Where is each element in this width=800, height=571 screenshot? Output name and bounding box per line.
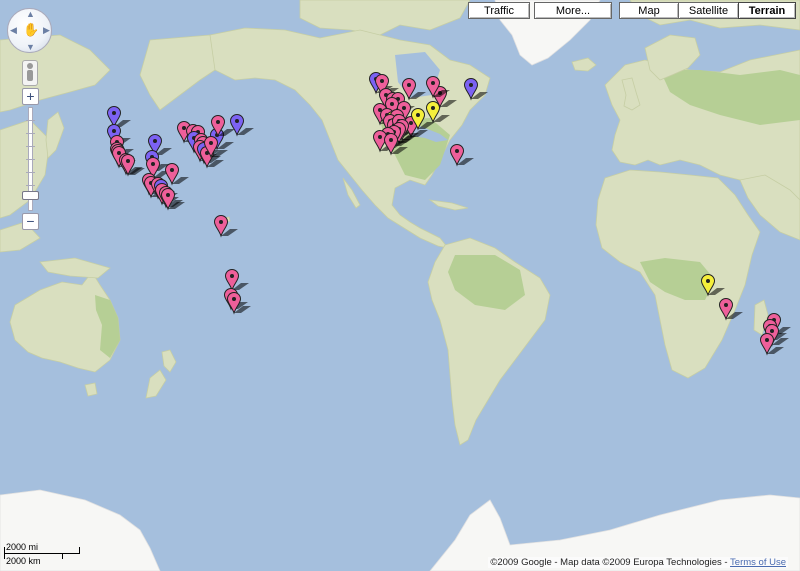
- map-marker-pink[interactable]: [384, 132, 409, 156]
- map-marker-yellow[interactable]: [410, 107, 435, 131]
- scale-miles: 2000 mi: [6, 542, 39, 552]
- zoom-slider-handle[interactable]: [22, 191, 39, 200]
- terrain-button[interactable]: Terrain: [738, 2, 796, 19]
- pegman-icon[interactable]: [22, 60, 38, 86]
- map-marker-pink[interactable]: [449, 144, 474, 167]
- map-marker-pink[interactable]: [718, 297, 743, 321]
- pan-left-icon[interactable]: ◀: [10, 26, 17, 35]
- map-canvas[interactable]: Traffic More... Map Satellite Terrain ▲ …: [0, 0, 800, 571]
- hand-icon: ✋: [23, 22, 40, 37]
- map-marker-pink[interactable]: [426, 76, 451, 99]
- scale-bar: [4, 547, 80, 559]
- map-marker-blue[interactable]: [464, 78, 489, 101]
- traffic-button[interactable]: Traffic: [468, 2, 530, 19]
- map-marker-pink[interactable]: [227, 291, 252, 315]
- map-marker-blue[interactable]: [229, 113, 254, 137]
- copyright-text: ©2009 Google - Map data ©2009 Europa Tec…: [490, 557, 731, 568]
- map-marker-pink[interactable]: [161, 188, 186, 211]
- map-marker-pink[interactable]: [759, 333, 784, 356]
- zoom-out-button[interactable]: −: [22, 213, 39, 230]
- map-marker-pink[interactable]: [120, 153, 145, 177]
- scale-km: 2000 km: [6, 556, 41, 566]
- satellite-button[interactable]: Satellite: [678, 2, 739, 19]
- map-button[interactable]: Map: [619, 2, 679, 19]
- map-marker-pink[interactable]: [204, 135, 229, 159]
- terrain-map: [0, 0, 800, 571]
- more-button[interactable]: More...: [534, 2, 612, 19]
- zoom-in-button[interactable]: +: [22, 88, 39, 105]
- pan-down-icon[interactable]: ▼: [26, 43, 35, 52]
- terms-of-use-link[interactable]: Terms of Use: [730, 557, 786, 568]
- pan-right-icon[interactable]: ▶: [43, 26, 50, 35]
- map-marker-yellow[interactable]: [700, 273, 725, 297]
- pan-up-icon[interactable]: ▲: [26, 10, 35, 19]
- map-attribution: ©2009 Google - Map data ©2009 Europa Tec…: [488, 557, 788, 568]
- pan-control[interactable]: ▲ ▼ ◀ ▶ ✋: [7, 8, 52, 53]
- map-marker-pink[interactable]: [210, 115, 235, 138]
- map-marker-pink[interactable]: [214, 215, 239, 238]
